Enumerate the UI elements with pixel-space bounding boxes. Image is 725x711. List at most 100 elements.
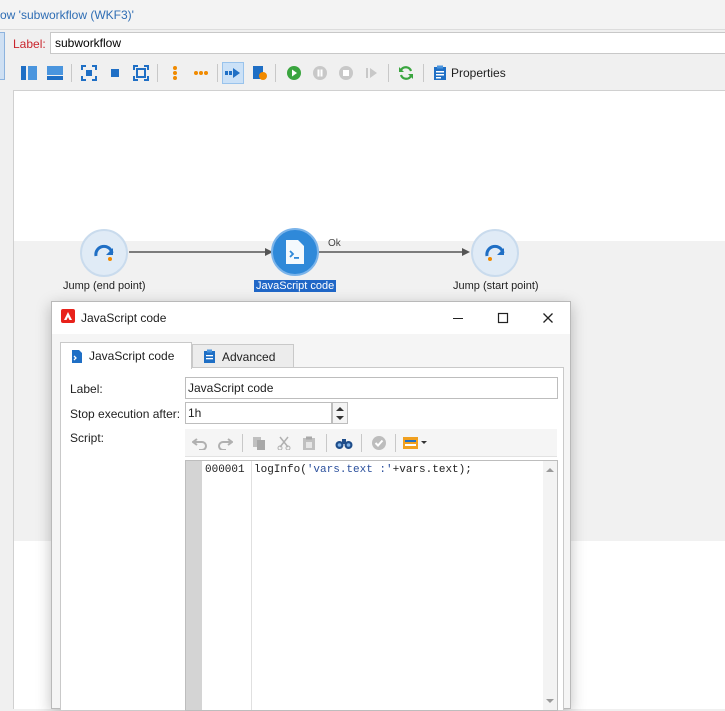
stop-execution-field[interactable]: 1h (185, 402, 332, 424)
layout-vertical-icon (21, 66, 37, 80)
transition-mode-button[interactable] (222, 62, 244, 84)
frame-icon (133, 65, 149, 81)
undo-button[interactable] (190, 433, 210, 453)
paste-icon (303, 436, 315, 450)
label-field-caption: Label: (70, 382, 103, 396)
script-file-icon (286, 240, 304, 264)
scissors-icon (277, 436, 291, 450)
javascript-code-node[interactable] (271, 228, 319, 276)
chevron-down-icon (336, 415, 344, 420)
tab-javascript-code[interactable]: JavaScript code (60, 342, 192, 369)
code-text: +vars.text); (392, 464, 472, 476)
fit-window-icon (81, 65, 97, 81)
tab-label: JavaScript code (89, 349, 175, 363)
copy-icon (253, 437, 265, 450)
clipboard-icon (434, 65, 446, 80)
insert-menu-button[interactable] (401, 433, 431, 453)
node-label-selected: JavaScript code (254, 280, 337, 292)
jump-start-point-node[interactable] (471, 229, 519, 277)
fit-to-window-button[interactable] (78, 62, 100, 84)
label-field[interactable]: JavaScript code (185, 377, 558, 399)
step-button[interactable] (361, 62, 383, 84)
toolbar-separator (157, 64, 158, 82)
toolbar-separator (326, 434, 327, 452)
check-circle-icon (372, 436, 386, 450)
close-icon (543, 313, 553, 323)
workflow-toolbar: Properties (13, 60, 725, 86)
dialog-titlebar: JavaScript code (52, 302, 570, 334)
check-syntax-button[interactable] (369, 433, 389, 453)
transition-arrow-icon (225, 68, 240, 78)
layout-vertical-button[interactable] (18, 62, 40, 84)
undo-icon (192, 438, 207, 450)
maximize-button[interactable] (489, 306, 517, 330)
pause-icon (313, 66, 327, 80)
toolbar-separator (275, 64, 276, 82)
square-icon (111, 69, 119, 77)
step-forward-icon (366, 68, 377, 78)
code-line[interactable]: logInfo('vars.text :'+vars.text); (254, 464, 472, 476)
minimize-button[interactable] (444, 306, 472, 330)
zoom-reset-button[interactable] (104, 62, 126, 84)
workflow-label-caption: Label: (13, 37, 46, 51)
adobe-logo-icon (61, 309, 75, 323)
code-string: 'vars.text :' (306, 464, 393, 476)
layout-horizontal-button[interactable] (44, 62, 66, 84)
dialog-title: JavaScript code (81, 311, 167, 325)
find-button[interactable] (334, 433, 354, 453)
workflow-label-input[interactable] (50, 32, 725, 54)
transition-label: Ok (328, 238, 341, 249)
duration-spinner[interactable] (332, 402, 348, 424)
align-vertical-button[interactable] (164, 62, 186, 84)
toolbar-separator (423, 64, 424, 82)
properties-button[interactable]: Properties (433, 63, 506, 83)
chevron-up-icon (336, 406, 344, 411)
toolbar-separator (242, 434, 243, 452)
jump-arrow-icon (485, 244, 505, 261)
toolbar-separator (395, 434, 396, 452)
close-button[interactable] (534, 306, 562, 330)
spin-up-button[interactable] (333, 403, 347, 413)
code-text: logInfo( (254, 464, 307, 476)
start-button[interactable] (283, 62, 305, 84)
editor-gutter (186, 461, 202, 710)
tab-panel-javascript-code: Label: JavaScript code Stop execution af… (60, 367, 564, 711)
arrowhead (462, 248, 470, 256)
left-panel-strip[interactable] (0, 32, 5, 80)
jump-end-point-node[interactable] (80, 229, 128, 277)
tab-advanced[interactable]: Advanced (192, 344, 294, 368)
script-toolbar (185, 429, 557, 457)
line-number: 000001 (205, 464, 245, 476)
redo-button[interactable] (215, 433, 235, 453)
layout-horizontal-icon (47, 66, 63, 80)
document-warning-icon (253, 66, 267, 80)
zoom-fit-button[interactable] (130, 62, 152, 84)
window-titlebar: ow 'subworkflow (WKF3)' (0, 0, 725, 30)
refresh-button[interactable] (395, 62, 417, 84)
stop-button[interactable] (335, 62, 357, 84)
insert-field-icon (403, 437, 427, 449)
scroll-down-icon (546, 699, 554, 703)
toolbar-separator (71, 64, 72, 82)
align-horizontal-button[interactable] (190, 62, 212, 84)
redo-icon (218, 438, 233, 450)
spin-down-button[interactable] (333, 413, 347, 423)
scroll-up-icon (546, 468, 554, 472)
stop-icon (339, 66, 353, 80)
toolbar-separator (361, 434, 362, 452)
cut-button[interactable] (274, 433, 294, 453)
maximize-icon (497, 312, 509, 324)
activity-info-button[interactable] (248, 62, 270, 84)
stop-execution-caption: Stop execution after: (70, 407, 181, 421)
play-icon (287, 66, 301, 80)
minimize-icon (453, 318, 463, 319)
script-caption: Script: (70, 431, 105, 445)
binoculars-icon (335, 439, 353, 449)
copy-button[interactable] (249, 433, 269, 453)
editor-scrollbar[interactable] (543, 461, 557, 710)
tab-label: Advanced (222, 349, 276, 364)
pause-button[interactable] (309, 62, 331, 84)
dots-vertical-icon (173, 66, 177, 80)
script-editor[interactable]: 000001 logInfo('vars.text :'+vars.text); (185, 460, 558, 711)
paste-button[interactable] (299, 433, 319, 453)
